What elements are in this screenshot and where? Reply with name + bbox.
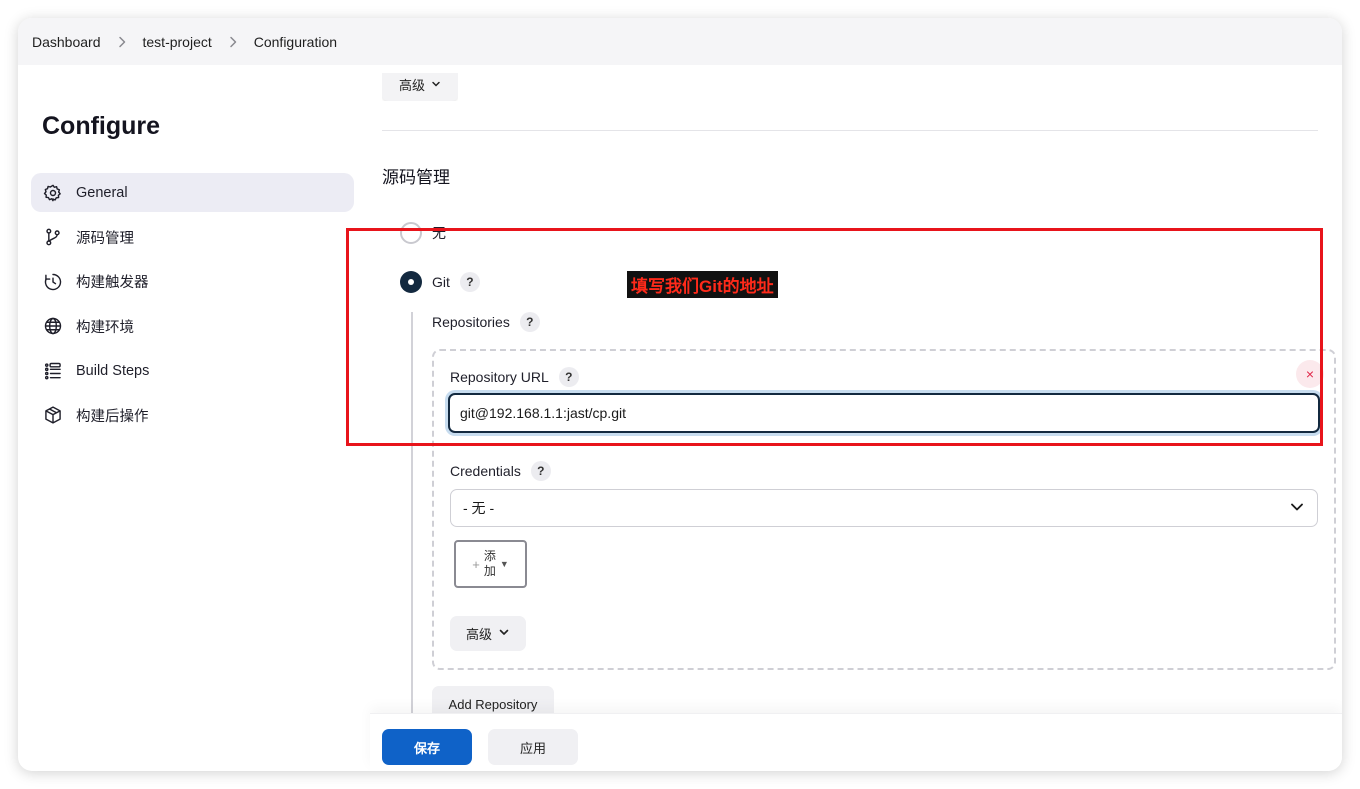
section-divider — [382, 130, 1318, 131]
globe-icon — [43, 316, 63, 336]
chevron-down-icon — [498, 626, 510, 641]
breadcrumb-project[interactable]: test-project — [143, 34, 212, 50]
credentials-select[interactable]: - 无 - — [450, 489, 1318, 527]
save-button[interactable]: 保存 — [382, 729, 472, 765]
credentials-label: Credentials — [450, 463, 521, 479]
sidebar-item-post-build[interactable]: 构建后操作 — [31, 396, 354, 435]
sidebar-item-label: 源码管理 — [76, 230, 134, 247]
advanced-button-label: 高级 — [398, 77, 425, 93]
add-button-label: 添加 — [483, 549, 496, 578]
advanced-button-top[interactable]: 高级 — [382, 73, 458, 101]
help-icon[interactable]: ? — [459, 272, 480, 292]
radio-none-label: 无 — [432, 225, 446, 241]
help-icon[interactable]: ? — [558, 367, 579, 387]
git-section-line — [411, 312, 413, 732]
chevron-down-icon — [1289, 499, 1305, 518]
plus-icon: + — [472, 556, 480, 572]
sidebar-item-scm[interactable]: 源码管理 — [31, 218, 354, 257]
apply-button[interactable]: 应用 — [488, 729, 578, 765]
repositories-label: Repositories — [432, 314, 510, 330]
add-credentials-button[interactable]: + 添加 ▼ — [454, 540, 527, 588]
sidebar-item-build-steps[interactable]: Build Steps — [31, 351, 354, 390]
list-icon — [43, 361, 63, 381]
repository-url-input[interactable] — [448, 393, 1320, 433]
sidebar: Configure General 源码管理 构建触发器 构建环境 Build … — [18, 65, 370, 771]
main-content: 高级 源码管理 无 Git ? Repositories ? Repositor… — [370, 65, 1342, 771]
sidebar-nav: General 源码管理 构建触发器 构建环境 Build Steps 构建后操… — [31, 173, 354, 440]
radio-none[interactable] — [400, 222, 422, 244]
sidebar-item-label: General — [76, 184, 128, 201]
advanced-button-label: 高级 — [465, 627, 492, 642]
sidebar-item-triggers[interactable]: 构建触发器 — [31, 262, 354, 301]
scm-option-git[interactable]: Git ? — [400, 271, 480, 293]
advanced-button[interactable]: 高级 — [450, 616, 526, 651]
repository-url-row: Repository URL ? — [450, 367, 579, 387]
sidebar-item-label: 构建环境 — [76, 319, 134, 336]
credentials-selected-value: - 无 - — [463, 500, 495, 516]
repository-url-label: Repository URL — [450, 369, 549, 385]
help-icon[interactable]: ? — [530, 461, 551, 481]
sidebar-title: Configure — [42, 112, 161, 140]
chevron-down-icon — [431, 77, 441, 92]
chevron-right-icon — [115, 35, 129, 49]
sidebar-item-label: Build Steps — [76, 362, 150, 379]
delete-repository-button[interactable]: × — [1296, 360, 1324, 388]
annotation-label: 填写我们Git的地址 — [627, 271, 778, 298]
caret-down-icon: ▼ — [499, 559, 509, 569]
radio-git-label: Git — [432, 274, 450, 290]
section-title: 源码管理 — [382, 168, 450, 187]
sidebar-item-environment[interactable]: 构建环境 — [31, 307, 354, 346]
package-icon — [43, 405, 63, 425]
gear-icon — [43, 183, 63, 203]
radio-git[interactable] — [400, 271, 422, 293]
breadcrumb: Dashboard test-project Configuration — [18, 18, 1342, 65]
clock-icon — [43, 272, 63, 292]
credentials-row: Credentials ? — [450, 461, 551, 481]
branch-icon — [43, 227, 63, 247]
help-icon[interactable]: ? — [519, 312, 540, 332]
scm-option-none[interactable]: 无 — [400, 222, 446, 244]
breadcrumb-dashboard[interactable]: Dashboard — [32, 34, 101, 50]
repositories-row: Repositories ? — [432, 312, 540, 332]
sidebar-item-label: 构建后操作 — [76, 408, 149, 425]
sidebar-item-general[interactable]: General — [31, 173, 354, 212]
sidebar-item-label: 构建触发器 — [76, 275, 149, 291]
bottom-action-bar: 保存 应用 — [370, 713, 1342, 771]
app-window: Dashboard test-project Configuration Con… — [18, 18, 1342, 771]
breadcrumb-configuration[interactable]: Configuration — [254, 34, 337, 50]
chevron-right-icon — [226, 35, 240, 49]
